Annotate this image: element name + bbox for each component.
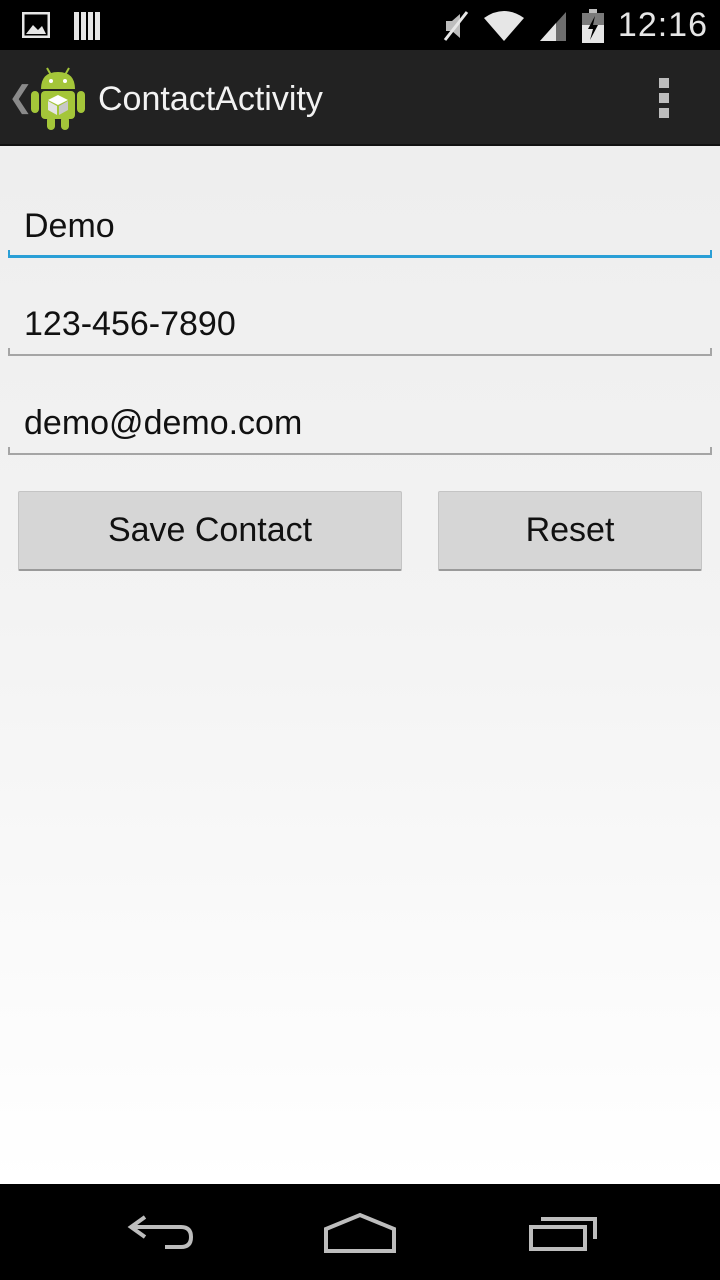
mute-icon xyxy=(443,10,469,41)
save-contact-button[interactable]: Save Contact xyxy=(18,491,402,571)
recents-icon xyxy=(529,1217,597,1251)
status-time: 12:16 xyxy=(617,6,708,44)
wifi-icon xyxy=(483,10,524,41)
storage-icon xyxy=(74,12,100,40)
navigation-bar xyxy=(0,1184,720,1280)
back-button[interactable] xyxy=(120,1208,200,1258)
battery-charging-icon xyxy=(581,8,604,43)
phone-field[interactable] xyxy=(8,296,712,356)
back-icon xyxy=(127,1215,194,1249)
phone-input[interactable] xyxy=(8,296,712,352)
overflow-menu-icon[interactable] xyxy=(658,78,670,118)
content-area: Save Contact Reset xyxy=(0,146,720,1184)
android-app-icon[interactable] xyxy=(28,64,88,132)
email-field-underline xyxy=(8,447,712,455)
home-button[interactable] xyxy=(320,1208,400,1258)
email-input[interactable] xyxy=(8,395,712,451)
name-field-underline xyxy=(8,250,712,258)
name-field[interactable] xyxy=(8,198,712,258)
recents-button[interactable] xyxy=(522,1208,602,1258)
action-bar: ❮ ContactActivity xyxy=(0,50,720,146)
signal-icon xyxy=(539,11,566,41)
reset-button[interactable]: Reset xyxy=(438,491,702,571)
phone-field-underline xyxy=(8,348,712,356)
status-bar: 12:16 xyxy=(0,0,720,50)
email-field[interactable] xyxy=(8,395,712,455)
page-title: ContactActivity xyxy=(98,80,323,118)
home-icon xyxy=(324,1212,396,1253)
name-input[interactable] xyxy=(8,198,712,254)
gallery-icon xyxy=(22,12,50,38)
